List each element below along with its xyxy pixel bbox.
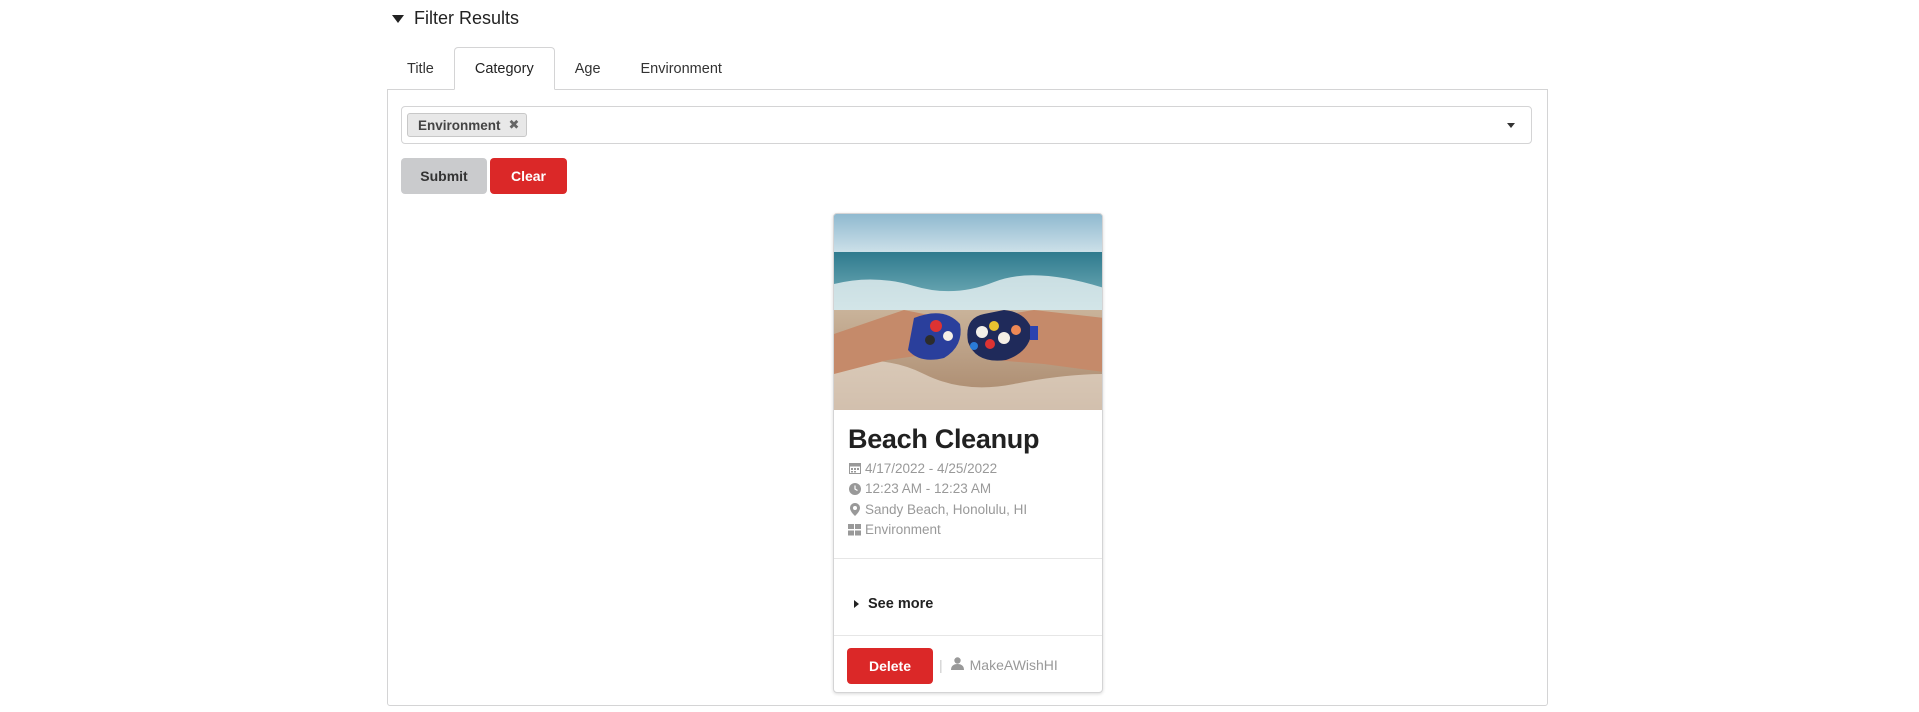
event-image (834, 214, 1102, 410)
grid-icon (848, 523, 861, 536)
dropdown-icon[interactable] (1507, 123, 1515, 128)
caret-right-icon (854, 600, 859, 608)
map-marker-icon (848, 502, 861, 516)
filter-results-label: Filter Results (414, 8, 520, 28)
event-location: Sandy Beach, Honolulu, HI (848, 499, 1088, 520)
event-category: Environment (848, 520, 1088, 541)
event-owner: | MakeAWishHI (939, 657, 1058, 673)
event-card: Beach Cleanup 4/17/2022 - 4/25/2022 12:2… (833, 213, 1103, 693)
tab-panel: Environment ✖ Submit Clear Beach Cleanup… (387, 89, 1548, 706)
event-dates-text: 4/17/2022 - 4/25/2022 (865, 460, 998, 476)
event-times: 12:23 AM - 12:23 AM (848, 479, 1088, 500)
submit-button[interactable]: Submit (401, 158, 487, 194)
event-location-text: Sandy Beach, Honolulu, HI (865, 501, 1028, 517)
user-icon (950, 657, 964, 673)
tab-environment[interactable]: Environment (621, 47, 742, 90)
tab-title[interactable]: Title (387, 47, 454, 90)
delete-button[interactable]: Delete (847, 648, 933, 684)
event-title: Beach Cleanup (848, 424, 1040, 454)
separator: | (939, 657, 943, 673)
calendar-icon (848, 462, 861, 475)
card-divider (834, 635, 1102, 636)
filter-results-toggle[interactable]: Filter Results (392, 8, 519, 29)
see-more-label: See more (868, 596, 934, 612)
see-more-toggle[interactable]: See more (854, 596, 933, 612)
event-times-text: 12:23 AM - 12:23 AM (865, 481, 992, 497)
remove-icon[interactable]: ✖ (509, 117, 520, 133)
event-category-text: Environment (865, 522, 941, 538)
clock-icon (848, 482, 861, 495)
tab-category[interactable]: Category (453, 47, 555, 90)
owner-name: MakeAWishHI (969, 657, 1058, 673)
category-multiselect[interactable]: Environment ✖ (401, 106, 1532, 144)
chip-label: Environment (418, 117, 501, 133)
selected-category-chip: Environment ✖ (407, 113, 528, 137)
filter-tabs: Title Category Age Environment (387, 47, 742, 90)
caret-down-icon (392, 14, 404, 23)
clear-button[interactable]: Clear (490, 158, 567, 194)
event-dates: 4/17/2022 - 4/25/2022 (848, 458, 1088, 479)
card-divider (834, 558, 1102, 559)
tab-age[interactable]: Age (555, 47, 621, 90)
